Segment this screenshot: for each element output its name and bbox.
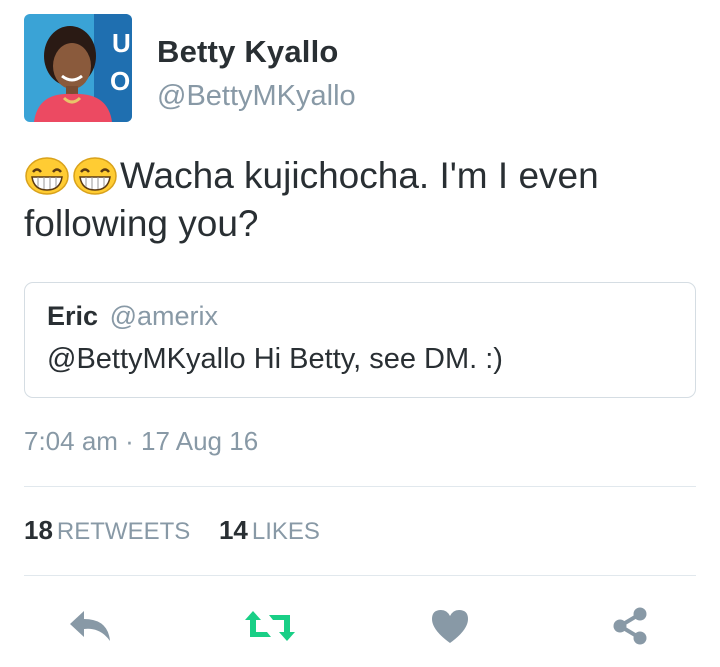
quoted-tweet-header: Eric @amerix bbox=[47, 301, 218, 332]
retweet-button[interactable] bbox=[240, 598, 300, 654]
author-name[interactable]: Betty Kyallo bbox=[157, 34, 339, 70]
tweet-actions bbox=[0, 598, 720, 654]
svg-text:O: O bbox=[110, 66, 130, 96]
retweets-label[interactable]: RETWEETS bbox=[57, 518, 190, 545]
tweet-header: U O Betty Kyallo @BettyMKyallo bbox=[24, 14, 696, 124]
quoted-author-name: Eric bbox=[47, 301, 99, 331]
likes-count[interactable]: 14 bbox=[219, 515, 248, 545]
reply-icon bbox=[70, 611, 110, 641]
share-icon bbox=[613, 607, 647, 645]
likes-label[interactable]: LIKES bbox=[252, 518, 320, 545]
heart-icon bbox=[432, 610, 468, 643]
avatar[interactable]: U O bbox=[24, 14, 132, 122]
svg-text:U: U bbox=[112, 28, 131, 58]
divider bbox=[24, 575, 696, 576]
quoted-tweet[interactable]: Eric @amerix @BettyMKyallo Hi Betty, see… bbox=[24, 282, 696, 398]
quoted-tweet-text: @BettyMKyallo Hi Betty, see DM. :) bbox=[47, 343, 503, 375]
divider bbox=[24, 486, 696, 487]
author-handle[interactable]: @BettyMKyallo bbox=[157, 80, 356, 113]
grinning-face-icon bbox=[72, 156, 118, 196]
like-button[interactable] bbox=[420, 598, 480, 654]
grinning-face-icon bbox=[24, 156, 70, 196]
quoted-author-handle: @amerix bbox=[109, 301, 218, 331]
tweet-stats: 18 RETWEETS 14 LIKES bbox=[24, 515, 342, 546]
retweet-icon bbox=[245, 611, 295, 641]
reply-button[interactable] bbox=[60, 598, 120, 654]
tweet-text: Wacha kujichocha. I'm I even following y… bbox=[24, 152, 696, 248]
tweet-timestamp: 7:04 am · 17 Aug 16 bbox=[24, 426, 259, 456]
retweets-count[interactable]: 18 bbox=[24, 515, 53, 545]
share-button[interactable] bbox=[600, 598, 660, 654]
